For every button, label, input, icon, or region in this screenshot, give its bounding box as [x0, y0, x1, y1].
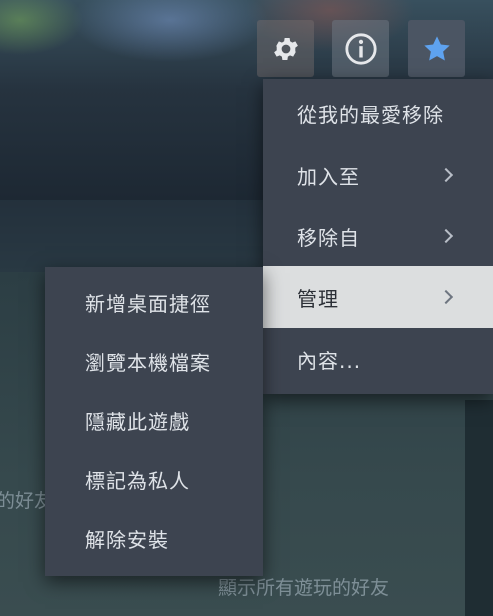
menu-item-label: 管理	[297, 286, 339, 311]
menu-item-label: 加入至	[297, 164, 360, 189]
submenu-item-label: 瀏覽本機檔案	[85, 350, 211, 375]
submenu-item-mark-private[interactable]: 標記為私人	[45, 450, 263, 508]
chevron-right-icon	[438, 167, 454, 183]
menu-item-remove-from[interactable]: 移除自	[263, 205, 493, 267]
background-scroll-strip	[465, 400, 493, 616]
show-all-friends-link[interactable]: 顯示所有遊玩的好友	[218, 573, 389, 600]
menu-item-properties[interactable]: 內容...	[263, 328, 493, 390]
submenu-item-label: 標記為私人	[85, 468, 190, 493]
menu-item-add-to[interactable]: 加入至	[263, 144, 493, 206]
submenu-item-label: 隱藏此遊戲	[85, 409, 190, 434]
game-context-menu: 從我的最愛移除 加入至 移除自 管理 內容...	[263, 79, 493, 394]
chevron-right-icon	[438, 228, 454, 244]
info-button[interactable]	[332, 20, 389, 77]
submenu-item-label: 解除安裝	[85, 527, 169, 552]
star-icon	[423, 35, 450, 60]
submenu-item-hide-game[interactable]: 隱藏此遊戲	[45, 391, 263, 449]
submenu-item-uninstall[interactable]: 解除安裝	[45, 509, 263, 567]
manage-submenu: 新增桌面捷徑 瀏覽本機檔案 隱藏此遊戲 標記為私人 解除安裝	[45, 267, 263, 576]
submenu-item-label: 新增桌面捷徑	[85, 291, 211, 316]
submenu-item-browse-local-files[interactable]: 瀏覽本機檔案	[45, 332, 263, 390]
menu-item-label: 內容...	[297, 348, 362, 373]
gear-icon	[273, 37, 298, 60]
settings-button[interactable]	[257, 20, 314, 77]
favorite-button[interactable]	[408, 20, 465, 77]
menu-item-manage[interactable]: 管理	[263, 266, 493, 328]
submenu-item-add-desktop-shortcut[interactable]: 新增桌面捷徑	[45, 273, 263, 331]
menu-item-remove-favorite[interactable]: 從我的最愛移除	[263, 82, 493, 144]
menu-item-label: 移除自	[297, 225, 360, 250]
info-icon	[344, 32, 377, 65]
menu-item-label: 從我的最愛移除	[297, 102, 444, 127]
chevron-right-icon	[438, 289, 454, 305]
